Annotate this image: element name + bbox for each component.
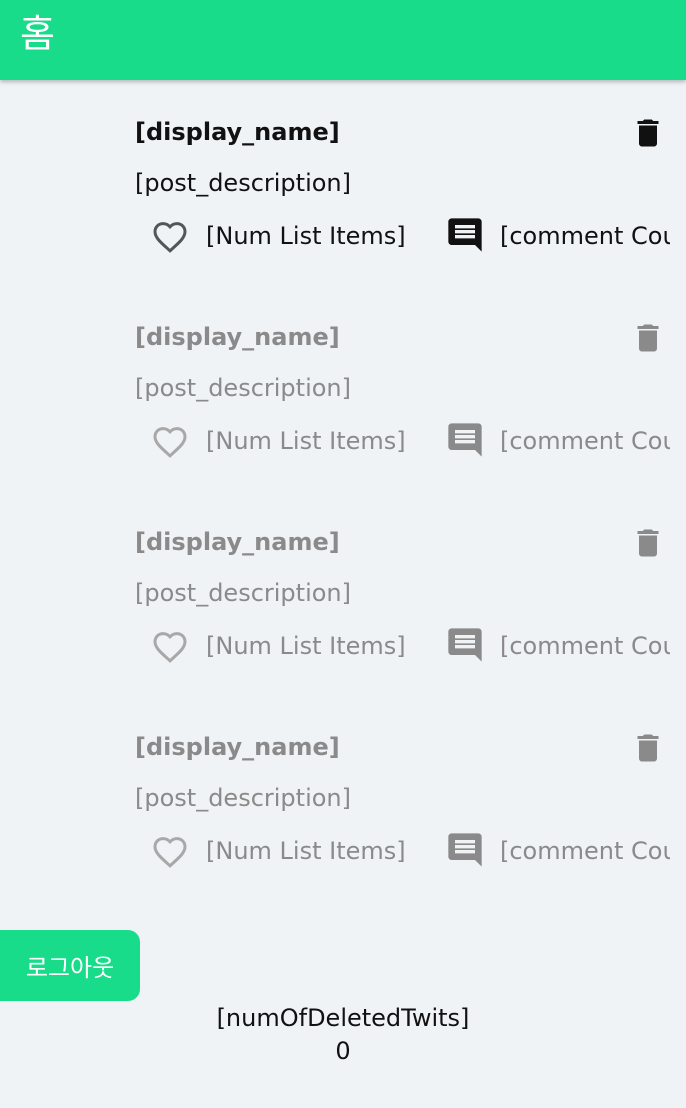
comment-button[interactable] [445, 625, 485, 665]
post-description: [post_description] [135, 169, 351, 197]
trash-icon [637, 324, 659, 352]
heart-outline-icon [153, 222, 187, 253]
comment-icon [448, 628, 482, 662]
delete-post-button[interactable] [630, 318, 666, 358]
like-button[interactable] [150, 832, 190, 872]
comments-count: [comment Count] [500, 837, 670, 865]
logout-button[interactable]: 로그아웃 [0, 930, 140, 1001]
comment-icon [448, 423, 482, 457]
trash-icon [637, 529, 659, 557]
comment-button[interactable] [445, 830, 485, 870]
post-display-name: [display_name] [135, 733, 340, 761]
deleted-twits-count: 0 [335, 1037, 351, 1065]
post-display-name: [display_name] [135, 118, 340, 146]
app-bar: 홈 [0, 0, 686, 80]
comment-button[interactable] [445, 215, 485, 255]
heart-outline-icon [153, 837, 187, 868]
post-card: [display_name] [post_description] [Num L… [0, 83, 686, 288]
comment-icon [448, 218, 482, 252]
post-card: [display_name] [post_description] [Num L… [0, 698, 686, 903]
post-card: [display_name] [post_description] [Num L… [0, 288, 686, 493]
comments-count: [comment Count] [500, 427, 670, 455]
post-description: [post_description] [135, 374, 351, 402]
delete-post-button[interactable] [630, 523, 666, 563]
post-display-name: [display_name] [135, 323, 340, 351]
likes-count: [Num List Items] [206, 837, 406, 865]
page-title: 홈 [20, 12, 55, 56]
post-description: [post_description] [135, 579, 351, 607]
delete-post-button[interactable] [630, 728, 666, 768]
heart-outline-icon [153, 632, 187, 663]
like-button[interactable] [150, 217, 190, 257]
likes-count: [Num List Items] [206, 632, 406, 660]
trash-icon [637, 119, 659, 147]
comments-count: [comment Count] [500, 632, 670, 660]
comment-button[interactable] [445, 420, 485, 460]
likes-count: [Num List Items] [206, 427, 406, 455]
post-card: [display_name] [post_description] [Num L… [0, 493, 686, 698]
comments-count: [comment Count] [500, 222, 670, 250]
like-button[interactable] [150, 627, 190, 667]
deleted-twits-label: [numOfDeletedTwits] [216, 1004, 470, 1032]
likes-count: [Num List Items] [206, 222, 406, 250]
like-button[interactable] [150, 422, 190, 462]
delete-post-button[interactable] [630, 113, 666, 153]
post-description: [post_description] [135, 784, 351, 812]
heart-outline-icon [153, 427, 187, 458]
post-display-name: [display_name] [135, 528, 340, 556]
trash-icon [637, 734, 659, 762]
comment-icon [448, 833, 482, 867]
